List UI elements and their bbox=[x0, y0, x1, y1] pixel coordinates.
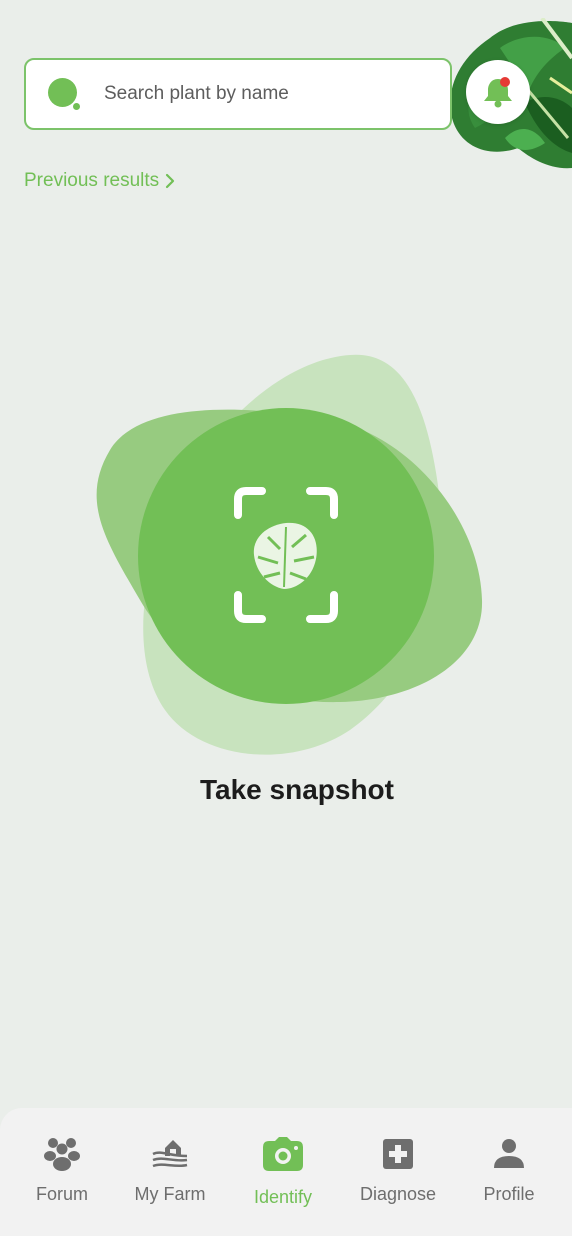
nav-item-forum[interactable]: Forum bbox=[7, 1134, 117, 1205]
leaf-scan-icon bbox=[234, 487, 338, 623]
nav-item-my-farm[interactable]: My Farm bbox=[115, 1134, 225, 1205]
forum-icon bbox=[44, 1138, 80, 1171]
nav-label-diagnose: Diagnose bbox=[359, 1184, 437, 1204]
previous-results-link[interactable]: Previous results bbox=[24, 170, 175, 192]
chevron-right-icon bbox=[166, 173, 175, 189]
previous-results-label: Previous results bbox=[24, 170, 160, 191]
search-icon bbox=[48, 78, 80, 110]
nav-label-profile: Profile bbox=[483, 1184, 535, 1204]
nav-item-identify[interactable]: Identify bbox=[228, 1134, 338, 1208]
diagnose-icon bbox=[383, 1139, 413, 1169]
nav-label-forum: Forum bbox=[35, 1184, 88, 1204]
camera-icon bbox=[263, 1137, 303, 1171]
nav-item-diagnose[interactable]: Diagnose bbox=[343, 1134, 453, 1205]
notification-badge bbox=[500, 77, 510, 87]
bottom-navigation: Forum My Farm Identify Diagnose Profile bbox=[0, 1108, 572, 1236]
search-bar[interactable] bbox=[24, 58, 452, 130]
snapshot-area bbox=[80, 340, 500, 770]
identify-screen: Previous results bbox=[0, 0, 572, 1236]
search-input[interactable] bbox=[104, 83, 424, 105]
notification-button[interactable] bbox=[466, 60, 530, 124]
nav-item-profile[interactable]: Profile bbox=[454, 1134, 564, 1205]
profile-icon bbox=[494, 1139, 524, 1168]
nav-label-my-farm: My Farm bbox=[134, 1184, 206, 1204]
farm-icon bbox=[152, 1140, 188, 1168]
bell-icon bbox=[484, 77, 512, 108]
take-snapshot-label: Take snapshot bbox=[200, 774, 394, 805]
nav-label-identify: Identify bbox=[253, 1187, 313, 1207]
